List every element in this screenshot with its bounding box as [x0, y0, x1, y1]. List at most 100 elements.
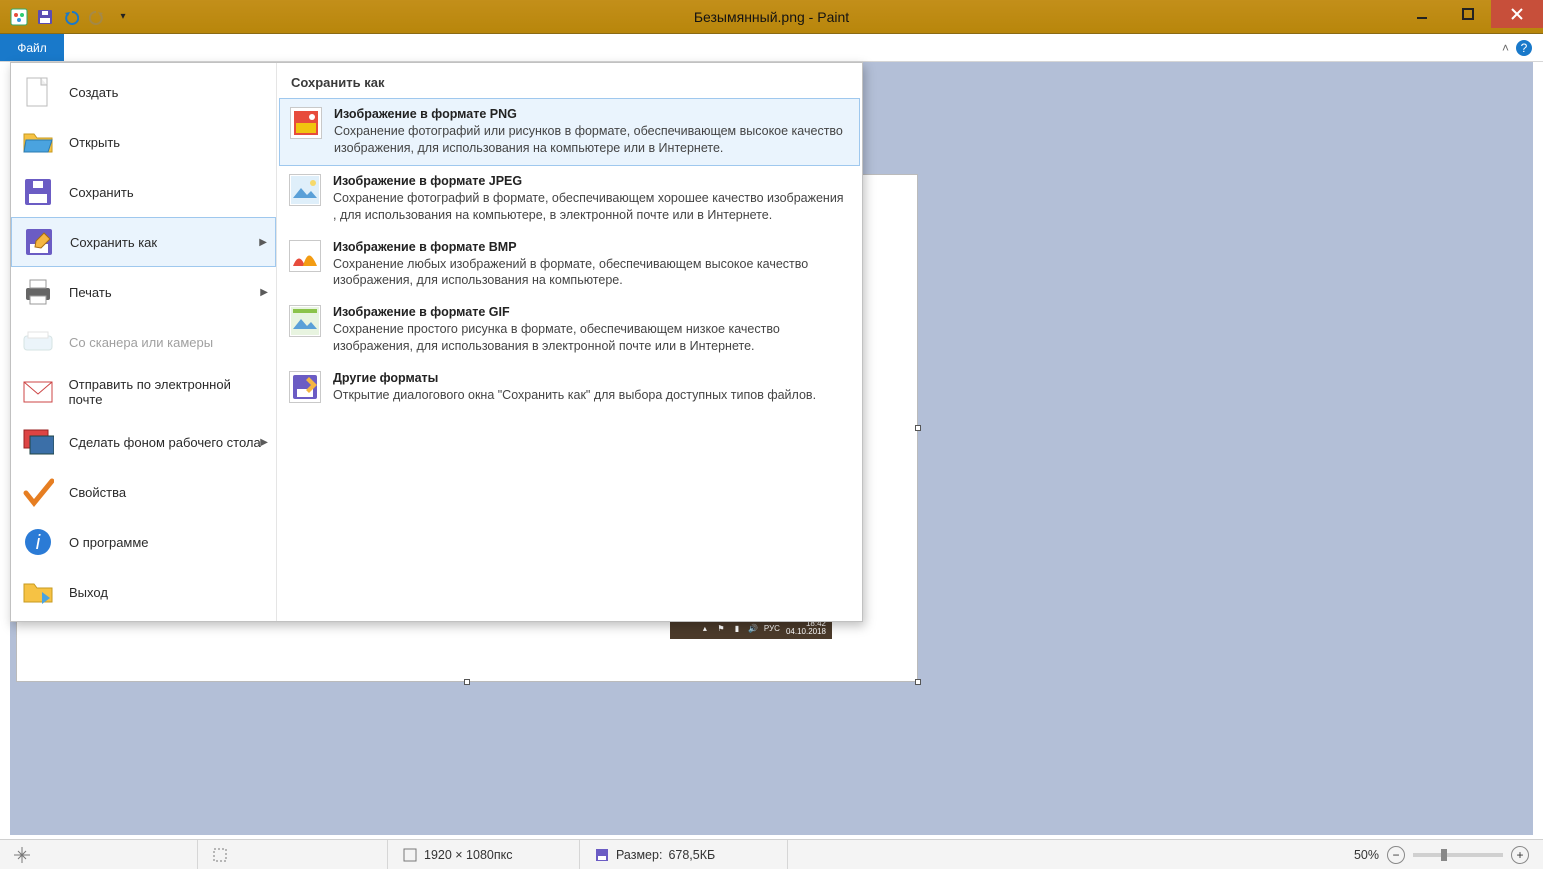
menu-label: Сохранить [69, 185, 134, 200]
exit-folder-icon [21, 575, 55, 609]
save-as-jpeg[interactable]: Изображение в формате JPEG Сохранение фо… [279, 166, 860, 232]
status-file-size: Размер: 678,5КБ [580, 840, 788, 869]
zoom-out-button[interactable]: − [1387, 846, 1405, 864]
menu-label: Создать [69, 85, 118, 100]
file-backstage: Создать Открыть Сохранить Сохранить как … [10, 62, 863, 622]
menu-properties[interactable]: Свойства [11, 467, 276, 517]
menu-set-wallpaper[interactable]: Сделать фоном рабочего стола ▶ [11, 417, 276, 467]
menu-label: Отправить по электронной почте [69, 377, 266, 407]
menu-label: Со сканера или камеры [69, 335, 213, 350]
zoom-slider-thumb[interactable] [1441, 849, 1447, 861]
menu-save-as[interactable]: Сохранить как ▶ [11, 217, 276, 267]
save-as-bmp[interactable]: Изображение в формате BMP Сохранение люб… [279, 232, 860, 298]
network-icon: ▮ [732, 623, 742, 633]
close-button[interactable] [1491, 0, 1543, 28]
png-format-icon [290, 107, 322, 139]
qat-customize-icon[interactable]: ▾ [112, 6, 134, 28]
option-title: Другие форматы [333, 371, 816, 385]
resize-handle-right[interactable] [915, 425, 921, 431]
menu-print[interactable]: Печать ▶ [11, 267, 276, 317]
info-icon: i [21, 525, 55, 559]
menu-open[interactable]: Открыть [11, 117, 276, 167]
clock: 18:42 04.10.2018 [786, 620, 826, 636]
menu-label: Печать [69, 285, 112, 300]
printer-icon [21, 275, 55, 309]
menu-send-email[interactable]: Отправить по электронной почте [11, 367, 276, 417]
option-desc: Открытие диалогового окна "Сохранить как… [333, 387, 816, 404]
other-formats-icon [289, 371, 321, 403]
zoom-controls: 50% − + [1340, 846, 1543, 864]
save-as-icon [22, 225, 56, 259]
clock-date: 04.10.2018 [786, 628, 826, 636]
title-bar: ▾ Безымянный.png - Paint [0, 0, 1543, 34]
status-selection [198, 840, 388, 869]
redo-icon[interactable] [86, 6, 108, 28]
option-title: Изображение в формате PNG [334, 107, 849, 121]
svg-text:i: i [36, 532, 41, 554]
size-label: Размер: [616, 848, 662, 862]
window-title: Безымянный.png - Paint [0, 9, 1543, 25]
save-as-png[interactable]: Изображение в формате PNG Сохранение фот… [279, 98, 860, 166]
jpeg-format-icon [289, 174, 321, 206]
tray-up-icon: ▴ [700, 623, 710, 633]
save-icon[interactable] [34, 6, 56, 28]
zoom-value: 50% [1354, 848, 1379, 862]
option-desc: Сохранение фотографий в формате, обеспеч… [333, 190, 850, 224]
file-menu-list: Создать Открыть Сохранить Сохранить как … [11, 63, 277, 621]
menu-label: Выход [69, 585, 108, 600]
menu-exit[interactable]: Выход [11, 567, 276, 617]
dimensions-value: 1920 × 1080пкс [424, 848, 513, 862]
submenu-title: Сохранить как [277, 71, 862, 98]
help-icon[interactable]: ? [1515, 39, 1533, 57]
option-desc: Сохранение простого рисунка в формате, о… [333, 321, 850, 355]
minimize-button[interactable] [1399, 0, 1445, 28]
zoom-slider[interactable] [1413, 853, 1503, 857]
save-disk-icon [21, 175, 55, 209]
status-cursor-position [0, 840, 198, 869]
menu-scanner: Со сканера или камеры [11, 317, 276, 367]
scanner-icon [21, 325, 55, 359]
new-file-icon [21, 75, 55, 109]
gif-format-icon [289, 305, 321, 337]
ribbon-collapse-icon[interactable]: ˄ [1502, 41, 1509, 55]
menu-label: Свойства [69, 485, 126, 500]
save-as-other[interactable]: Другие форматы Открытие диалогового окна… [279, 363, 860, 412]
open-folder-icon [21, 125, 55, 159]
quick-access-toolbar: ▾ [0, 6, 134, 28]
language-indicator: РУС [764, 624, 780, 633]
save-as-submenu: Сохранить как Изображение в формате PNG … [277, 63, 862, 621]
undo-icon[interactable] [60, 6, 82, 28]
status-bar: 1920 × 1080пкс Размер: 678,5КБ 50% − + [0, 839, 1543, 869]
caption-buttons [1399, 0, 1543, 33]
disk-icon [594, 847, 610, 863]
checkmark-icon [21, 475, 55, 509]
maximize-button[interactable] [1445, 0, 1491, 28]
save-as-gif[interactable]: Изображение в формате GIF Сохранение про… [279, 297, 860, 363]
resize-handle-bottom[interactable] [464, 679, 470, 685]
submenu-arrow-icon: ▶ [259, 237, 267, 248]
option-desc: Сохранение любых изображений в формате, … [333, 256, 850, 290]
file-tab[interactable]: Файл [0, 34, 64, 61]
bmp-format-icon [289, 240, 321, 272]
option-title: Изображение в формате JPEG [333, 174, 850, 188]
paint-app-icon[interactable] [8, 6, 30, 28]
status-dimensions: 1920 × 1080пкс [388, 840, 580, 869]
menu-label: Открыть [69, 135, 120, 150]
flag-icon: ⚑ [716, 623, 726, 633]
menu-label: О программе [69, 535, 149, 550]
submenu-arrow-icon: ▶ [260, 287, 268, 298]
menu-label: Сохранить как [70, 235, 157, 250]
menu-about[interactable]: i О программе [11, 517, 276, 567]
dimensions-icon [402, 847, 418, 863]
submenu-arrow-icon: ▶ [260, 437, 268, 448]
resize-handle-corner[interactable] [915, 679, 921, 685]
option-title: Изображение в формате BMP [333, 240, 850, 254]
menu-save[interactable]: Сохранить [11, 167, 276, 217]
menu-label: Сделать фоном рабочего стола [69, 435, 261, 450]
selection-icon [212, 847, 228, 863]
size-value: 678,5КБ [668, 848, 715, 862]
envelope-icon [21, 375, 55, 409]
menu-new[interactable]: Создать [11, 67, 276, 117]
zoom-in-button[interactable]: + [1511, 846, 1529, 864]
option-title: Изображение в формате GIF [333, 305, 850, 319]
